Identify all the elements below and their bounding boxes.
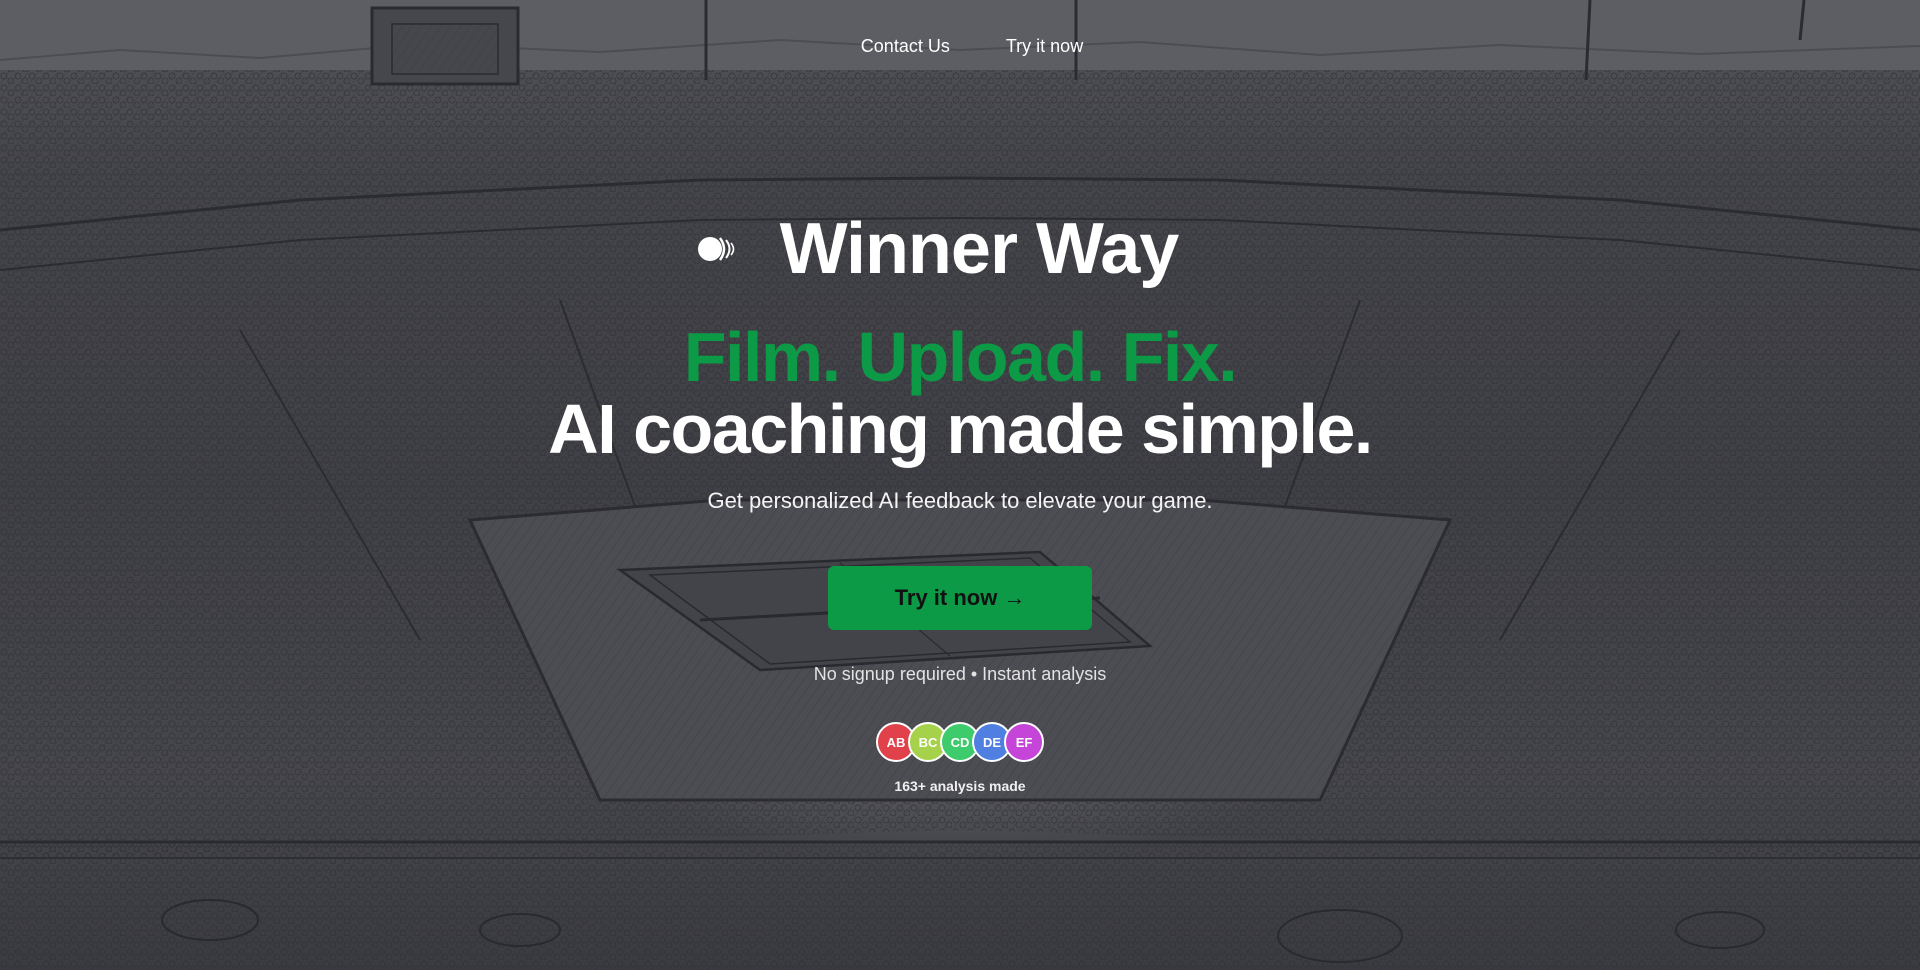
try-it-now-link[interactable]: Try it now [1006,36,1083,57]
background-overlay [0,0,1920,970]
top-nav: Contact Us Try it now [0,36,1920,57]
try-it-now-button[interactable]: Try it now → [828,566,1092,630]
analysis-count: 163+ analysis made [894,778,1026,794]
cta-label: Try it now [894,585,998,610]
landing-page: Contact Us Try it now Winner Way Film. U… [0,0,1920,970]
tagline-secondary: AI coaching made simple. [548,390,1373,468]
contact-us-link[interactable]: Contact Us [861,36,950,57]
arrow-right-icon: → [1003,585,1026,610]
avatar: EF [1004,722,1044,762]
signup-note: No signup required • Instant analysis [813,664,1107,684]
avatar-initials: BC [918,734,938,750]
tennis-ball-icon [697,237,734,261]
avatar-initials: CD [950,734,970,750]
brand-name: Winner Way [779,209,1180,289]
avatar-initials: DE [982,734,1002,750]
hero-subtitle: Get personalized AI feedback to elevate … [707,488,1213,513]
tagline-primary: Film. Upload. Fix. [683,318,1238,396]
avatar-initials: EF [1015,734,1033,750]
avatar-stack: AB BC CD DE EF [0,722,1920,762]
brand: Winner Way [0,208,1920,290]
avatar-initials: AB [886,734,906,750]
